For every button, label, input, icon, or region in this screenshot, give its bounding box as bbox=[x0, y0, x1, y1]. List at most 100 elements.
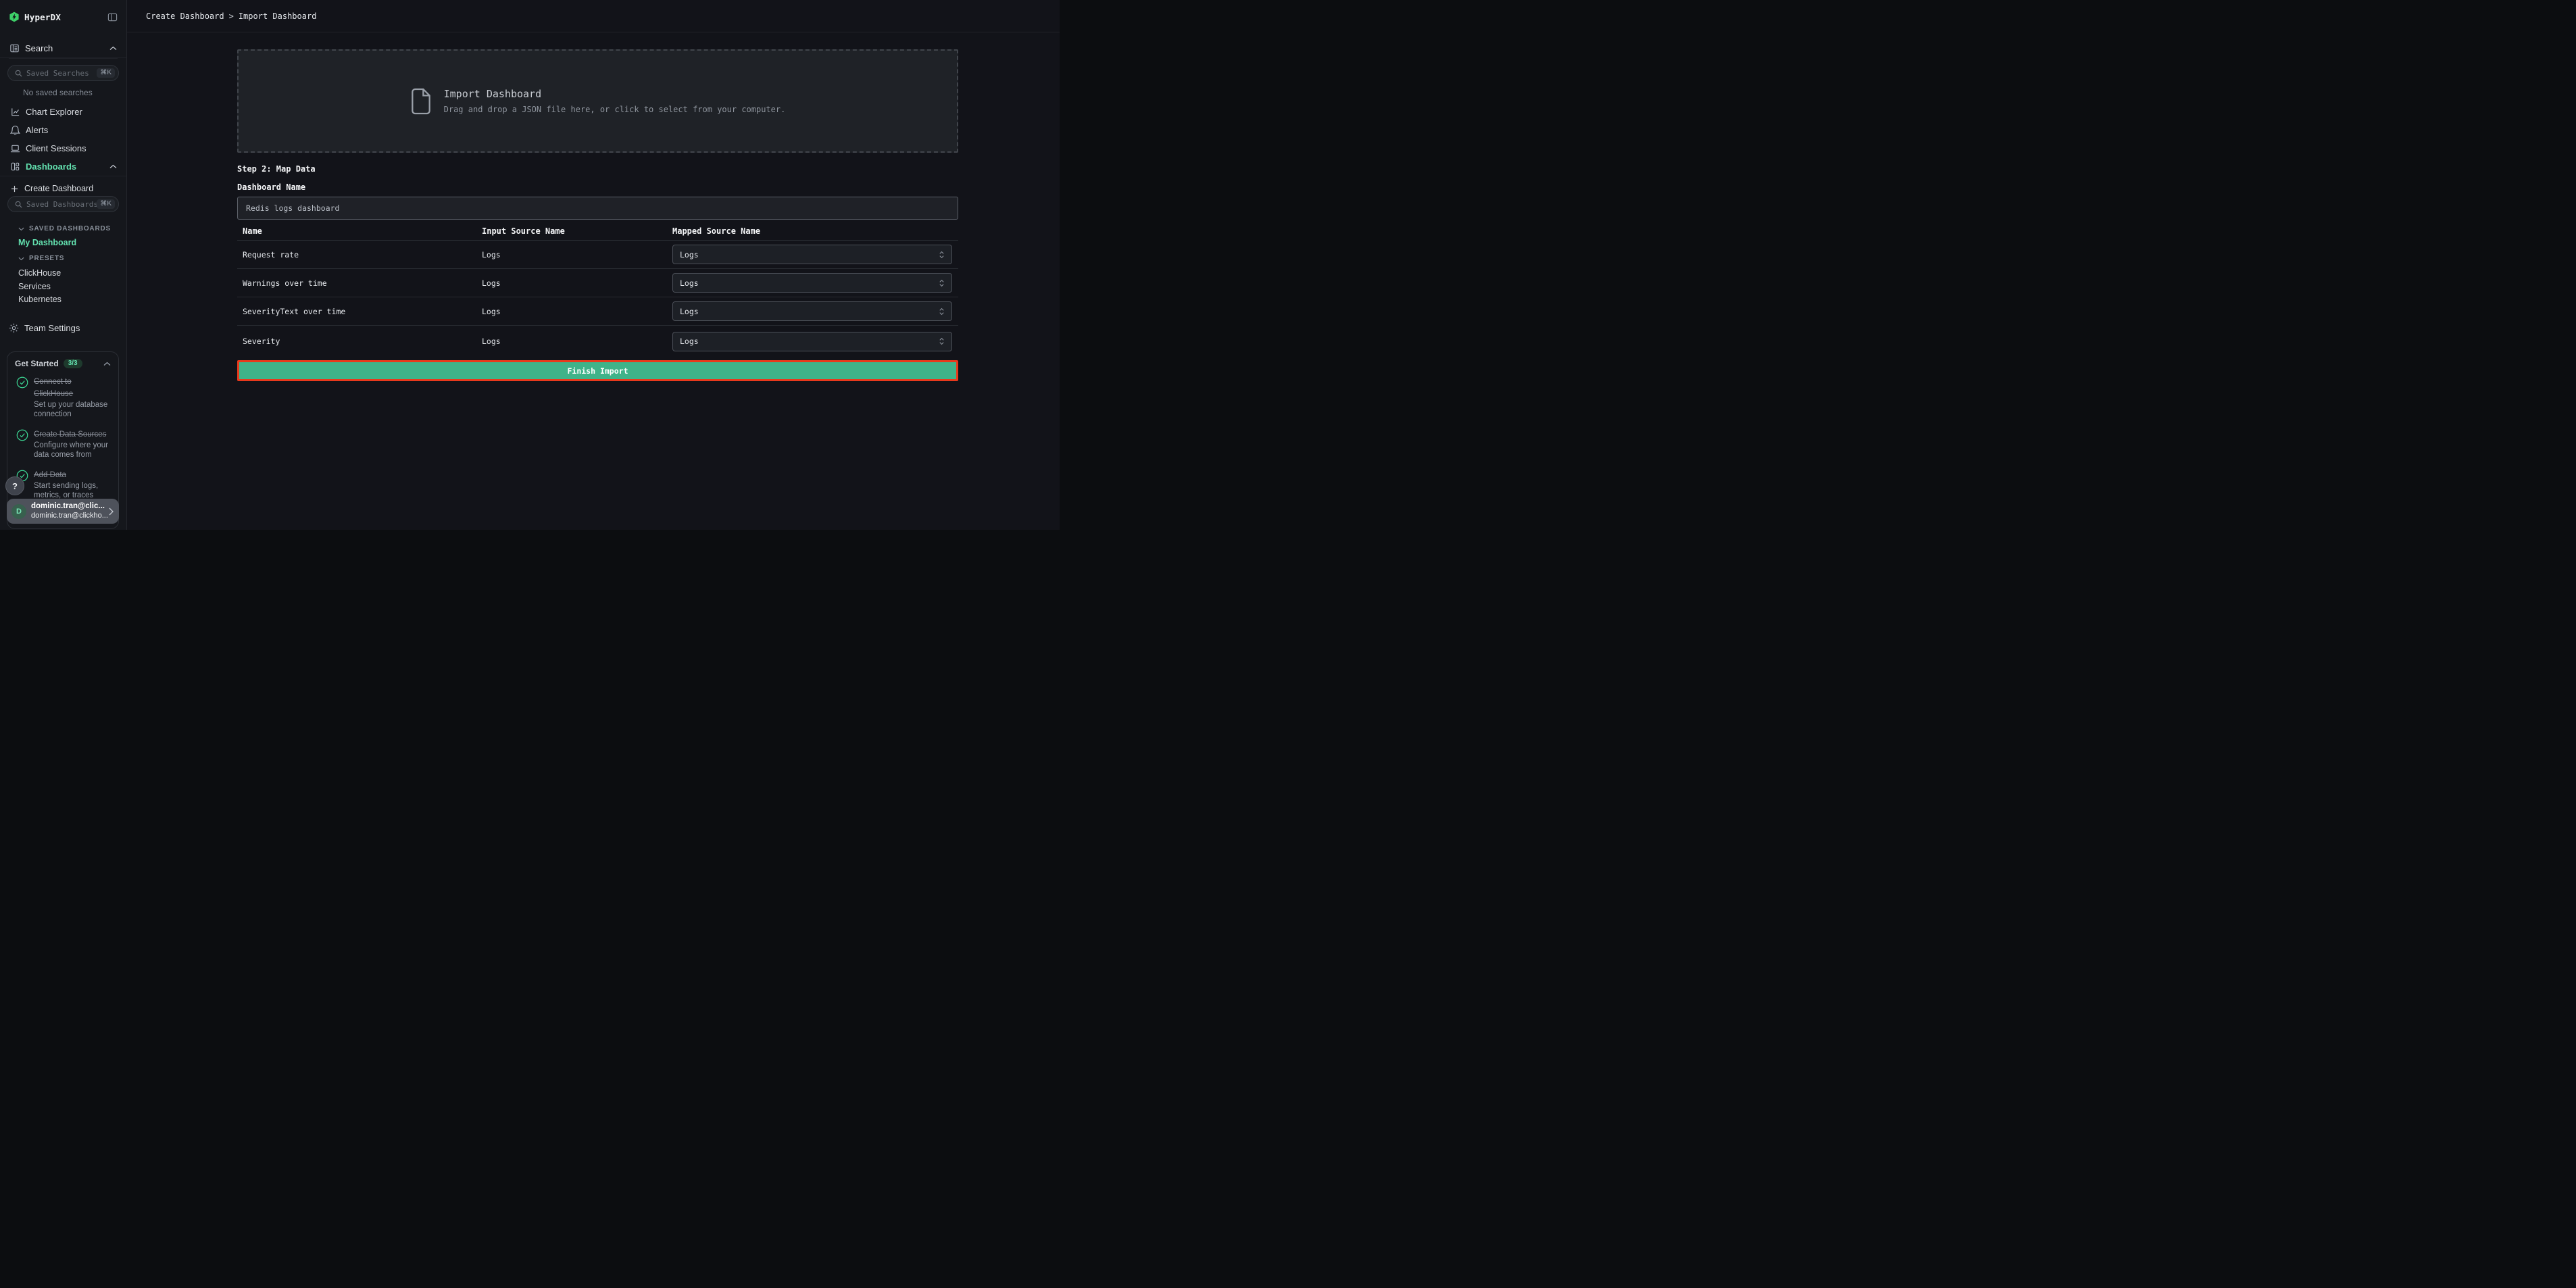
breadcrumb-parent[interactable]: Create Dashboard bbox=[146, 11, 224, 21]
dropzone-title: Import Dashboard bbox=[444, 88, 786, 100]
saved-searches-input-wrap: ⌘K bbox=[7, 65, 119, 81]
chevron-up-icon bbox=[109, 164, 117, 169]
chart-icon bbox=[9, 107, 20, 117]
saved-dashboards-section-toggle[interactable]: SAVED DASHBOARDS bbox=[18, 225, 111, 232]
sidebar-nav: Chart Explorer Alerts Client Sessions bbox=[0, 103, 126, 176]
avatar: D bbox=[11, 504, 26, 519]
dashboard-name-label: Dashboard Name bbox=[237, 182, 305, 192]
sidebar-collapse-icon[interactable] bbox=[107, 12, 118, 22]
chevron-up-icon bbox=[109, 46, 117, 51]
search-section-header[interactable]: Search bbox=[0, 39, 126, 58]
laptop-icon bbox=[9, 143, 20, 153]
get-started-step-add-data[interactable]: Add Data Start sending logs, metrics, or… bbox=[15, 468, 111, 501]
saved-dashboards-input-wrap: ⌘K bbox=[7, 196, 119, 212]
sidebar-item-kubernetes[interactable]: Kubernetes bbox=[18, 295, 61, 304]
select-chevrons-icon bbox=[939, 250, 945, 259]
saved-dashboards-input[interactable] bbox=[26, 200, 97, 209]
step-title: Connect to ClickHouse bbox=[34, 378, 73, 398]
column-header-input-source: Input Source Name bbox=[482, 226, 672, 236]
chevron-down-icon bbox=[18, 257, 24, 261]
mapped-source-select[interactable]: Logs bbox=[672, 301, 952, 321]
get-started-title: Get Started bbox=[15, 359, 59, 368]
input-source-cell: Logs bbox=[482, 278, 672, 288]
selected-value: Logs bbox=[680, 307, 939, 316]
get-started-step-connect[interactable]: Connect to ClickHouse Set up your databa… bbox=[15, 375, 111, 420]
sidebar-item-label: Alerts bbox=[26, 125, 117, 135]
help-button[interactable]: ? bbox=[5, 476, 24, 495]
user-name: dominic.tran@clic... bbox=[31, 501, 109, 511]
select-chevrons-icon bbox=[939, 337, 945, 346]
chart-name-cell: SeverityText over time bbox=[237, 307, 482, 316]
sidebar: HyperDX Search ⌘ bbox=[0, 0, 127, 530]
create-dashboard-label: Create Dashboard bbox=[24, 184, 93, 193]
sidebar-item-clickhouse[interactable]: ClickHouse bbox=[18, 268, 61, 278]
get-started-header[interactable]: Get Started 3/3 bbox=[15, 359, 111, 368]
saved-searches-input[interactable] bbox=[26, 69, 97, 78]
get-started-progress-badge: 3/3 bbox=[64, 359, 82, 368]
mapped-source-select[interactable]: Logs bbox=[672, 332, 952, 351]
dashboards-icon bbox=[9, 162, 20, 172]
get-started-step-sources[interactable]: Create Data Sources Configure where your… bbox=[15, 428, 111, 460]
import-dropzone[interactable]: Import Dashboard Drag and drop a JSON fi… bbox=[237, 49, 958, 153]
sidebar-item-dashboards[interactable]: Dashboards bbox=[0, 157, 126, 176]
chart-name-cell: Warnings over time bbox=[237, 278, 482, 288]
search-icon bbox=[15, 201, 22, 208]
hyperdx-logo-icon bbox=[9, 11, 20, 22]
no-saved-searches-text: No saved searches bbox=[23, 88, 93, 97]
table-row: Request rate Logs Logs bbox=[237, 241, 958, 269]
chevron-down-icon bbox=[18, 227, 24, 231]
input-source-cell: Logs bbox=[482, 250, 672, 259]
step-description: Set up your database connection bbox=[34, 400, 108, 420]
sidebar-item-alerts[interactable]: Alerts bbox=[0, 121, 126, 139]
check-circle-icon bbox=[16, 429, 28, 460]
check-circle-icon bbox=[16, 376, 28, 420]
sidebar-item-client-sessions[interactable]: Client Sessions bbox=[0, 139, 126, 157]
user-email: dominic.tran@clickho... bbox=[31, 512, 109, 521]
table-row: Severity Logs Logs bbox=[237, 326, 958, 357]
hyperdx-app: HyperDX Search ⌘ bbox=[0, 0, 1060, 530]
selected-value: Logs bbox=[680, 337, 939, 346]
sidebar-item-label: Chart Explorer bbox=[26, 107, 117, 117]
page-header: Create Dashboard>Import Dashboard bbox=[127, 0, 1060, 32]
step-description: Start sending logs, metrics, or traces bbox=[34, 481, 108, 501]
mapped-source-select[interactable]: Logs bbox=[672, 273, 952, 293]
sidebar-item-team-settings[interactable]: Team Settings bbox=[0, 318, 126, 337]
sidebar-item-label: Dashboards bbox=[26, 162, 109, 172]
shortcut-badge: ⌘K bbox=[97, 68, 115, 78]
chevron-right-icon bbox=[109, 507, 114, 516]
table-row: Warnings over time Logs Logs bbox=[237, 269, 958, 297]
finish-import-button[interactable]: Finish Import bbox=[237, 360, 958, 381]
sidebar-item-label: Client Sessions bbox=[26, 143, 117, 153]
search-section-icon bbox=[9, 43, 20, 53]
gear-icon bbox=[9, 323, 19, 333]
step-heading: Step 2: Map Data bbox=[237, 164, 316, 174]
step-title: Create Data Sources bbox=[34, 430, 106, 439]
sidebar-item-my-dashboard[interactable]: My Dashboard bbox=[18, 238, 76, 247]
presets-section-toggle[interactable]: PRESETS bbox=[18, 255, 64, 262]
step-description: Configure where your data comes from bbox=[34, 441, 108, 460]
create-dashboard-button[interactable]: Create Dashboard bbox=[0, 180, 126, 197]
dropzone-subtitle: Drag and drop a JSON file here, or click… bbox=[444, 105, 786, 114]
user-menu[interactable]: D dominic.tran@clic... dominic.tran@clic… bbox=[7, 499, 119, 524]
mapped-source-select[interactable]: Logs bbox=[672, 245, 952, 264]
team-settings-label: Team Settings bbox=[24, 323, 80, 333]
column-header-mapped-source: Mapped Source Name bbox=[672, 226, 958, 236]
sidebar-item-chart-explorer[interactable]: Chart Explorer bbox=[0, 103, 126, 121]
search-icon bbox=[15, 70, 22, 77]
sidebar-item-services[interactable]: Services bbox=[18, 282, 51, 291]
chart-name-cell: Severity bbox=[237, 337, 482, 346]
plus-icon bbox=[11, 185, 18, 193]
select-chevrons-icon bbox=[939, 307, 945, 316]
logo-row: HyperDX bbox=[0, 8, 126, 26]
select-chevrons-icon bbox=[939, 278, 945, 288]
chart-name-cell: Request rate bbox=[237, 250, 482, 259]
selected-value: Logs bbox=[680, 278, 939, 288]
selected-value: Logs bbox=[680, 250, 939, 259]
presets-section-label: PRESETS bbox=[29, 255, 64, 262]
dashboard-name-input[interactable] bbox=[237, 197, 958, 220]
mapping-table: Name Input Source Name Mapped Source Nam… bbox=[237, 222, 958, 357]
breadcrumb-current: Import Dashboard bbox=[239, 11, 317, 21]
table-row: SeverityText over time Logs Logs bbox=[237, 297, 958, 326]
app-title: HyperDX bbox=[24, 12, 107, 22]
main-content: Import Dashboard Drag and drop a JSON fi… bbox=[127, 32, 1060, 530]
